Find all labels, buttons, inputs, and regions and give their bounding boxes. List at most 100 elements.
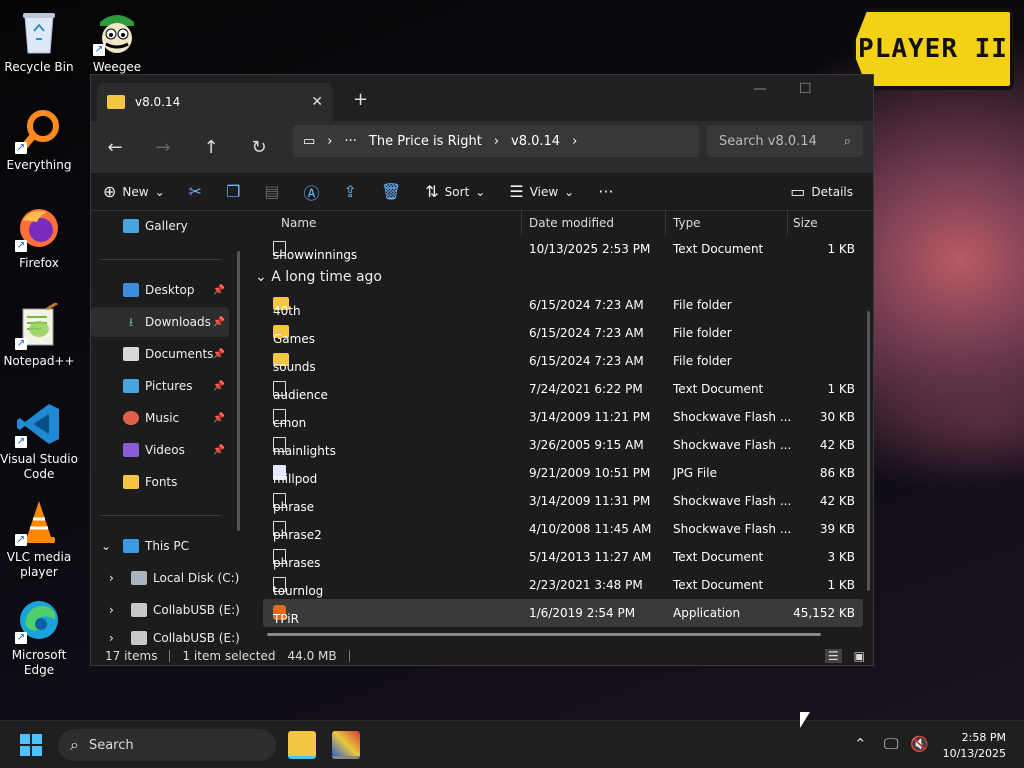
network-icon[interactable]: 🖵: [884, 735, 898, 753]
address-bar[interactable]: ▭ › ··· The Price is Right › v8.0.14 ›: [293, 125, 699, 157]
file-row[interactable]: phrase2 4/10/2008 11:45 AM Shockwave Fla…: [263, 515, 863, 543]
pin-icon[interactable]: 📌: [213, 445, 225, 456]
tiles-view-icon[interactable]: ▣: [854, 649, 865, 663]
minimize-button[interactable]: —: [753, 81, 767, 97]
sidebar-item-collabusb[interactable]: › CollabUSB (E:): [91, 595, 241, 625]
column-date[interactable]: Date modified: [529, 216, 614, 230]
breadcrumb-item[interactable]: The Price is Right: [369, 134, 482, 149]
sidebar-item-videos[interactable]: Videos 📌: [91, 435, 229, 465]
desktop-icon-vlc[interactable]: ↗ VLC media player: [0, 498, 78, 580]
copy-button[interactable]: ❐: [214, 182, 252, 201]
sidebar-item-fonts[interactable]: Fonts: [91, 467, 229, 497]
clock[interactable]: 2:58 PM 10/13/2025: [943, 730, 1006, 762]
file-name: phrase2: [273, 528, 322, 542]
view-button[interactable]: ☰ View ⌄: [497, 182, 586, 201]
file-name: showwinnings: [273, 248, 358, 262]
sidebar-item-music[interactable]: Music 📌: [91, 403, 229, 433]
chevron-up-icon[interactable]: ⌃: [854, 735, 867, 753]
file-row[interactable]: phrase 3/14/2009 11:31 PM Shockwave Flas…: [263, 487, 863, 515]
sidebar-item-desktop[interactable]: Desktop 📌: [91, 275, 229, 305]
paste-button[interactable]: ▤: [252, 182, 291, 201]
sidebar-item-collabusb[interactable]: › CollabUSB (E:): [91, 623, 241, 645]
refresh-button[interactable]: ↻: [235, 137, 283, 158]
start-button[interactable]: [20, 734, 42, 756]
column-divider[interactable]: [787, 211, 788, 235]
tpir-taskbar-icon[interactable]: [332, 731, 360, 759]
chevron-right-icon[interactable]: ›: [109, 571, 131, 585]
share-button[interactable]: ⇪: [332, 182, 369, 201]
file-row[interactable]: mainlights 3/26/2005 9:15 AM Shockwave F…: [263, 431, 863, 459]
chevron-right-icon[interactable]: ›: [572, 134, 577, 149]
breadcrumb-item[interactable]: v8.0.14: [511, 134, 560, 149]
file-row[interactable]: millpod 9/21/2009 10:51 PM JPG File 86 K…: [263, 459, 863, 487]
up-button[interactable]: ↑: [187, 137, 235, 158]
chevron-right-icon[interactable]: ›: [109, 631, 131, 645]
delete-button[interactable]: 🗑: [369, 182, 413, 201]
column-type[interactable]: Type: [673, 216, 701, 230]
back-button[interactable]: ←: [91, 137, 139, 158]
sidebar-item-local-disk[interactable]: › Local Disk (C:): [91, 563, 241, 593]
more-icon[interactable]: ···: [345, 134, 357, 149]
tab-title: v8.0.14: [135, 95, 181, 109]
sidebar-scrollbar[interactable]: [237, 251, 240, 531]
column-size[interactable]: Size: [793, 216, 818, 230]
file-row[interactable]: 40th 6/15/2024 7:23 AM File folder: [263, 291, 863, 319]
file-row[interactable]: showwinnings 10/13/2025 2:53 PM Text Doc…: [263, 235, 863, 263]
desktop-icon-weegee[interactable]: ↗ Weegee: [78, 8, 156, 75]
desktop-icon-notepadpp[interactable]: ↗ Notepad++: [0, 302, 78, 369]
sidebar-item-documents[interactable]: Documents 📌: [91, 339, 229, 369]
pin-icon[interactable]: 📌: [213, 413, 225, 424]
file-explorer-taskbar-icon[interactable]: [288, 731, 316, 759]
file-row[interactable]: tournlog 2/23/2021 3:48 PM Text Document…: [263, 571, 863, 599]
file-row[interactable]: cmon 3/14/2009 11:21 PM Shockwave Flash …: [263, 403, 863, 431]
file-row[interactable]: sounds 6/15/2024 7:23 AM File folder: [263, 347, 863, 375]
sidebar-item-gallery[interactable]: Gallery: [91, 211, 229, 241]
status-bar: 17 items 1 item selected 44.0 MB ☰ ▣: [91, 645, 873, 667]
file-list-scrollbar[interactable]: [867, 311, 870, 591]
chevron-down-icon[interactable]: ⌄: [101, 539, 123, 553]
horizontal-scrollbar[interactable]: [267, 633, 821, 636]
pin-icon[interactable]: 📌: [213, 317, 225, 328]
close-tab-icon[interactable]: ✕: [311, 94, 323, 110]
sidebar-item-pictures[interactable]: Pictures 📌: [91, 371, 229, 401]
details-button[interactable]: ▭ Details: [778, 182, 865, 201]
rename-button[interactable]: Ⓐ: [292, 180, 332, 204]
sort-button[interactable]: ⇅ Sort ⌄: [413, 182, 497, 201]
file-row[interactable]: phrases 5/14/2013 11:27 AM Text Document…: [263, 543, 863, 571]
desktop-icon-firefox[interactable]: ↗ Firefox: [0, 204, 78, 271]
file-date: 2/23/2021 3:48 PM: [529, 578, 643, 592]
desktop-icon-edge[interactable]: ↗ Microsoft Edge: [0, 596, 78, 678]
column-divider[interactable]: [521, 211, 522, 235]
file-row-selected[interactable]: TPiR 1/6/2019 2:54 PM Application 45,152…: [263, 599, 863, 627]
tab-v8-0-14[interactable]: v8.0.14 ✕: [97, 83, 333, 121]
group-header[interactable]: ⌄ A long time ago: [255, 269, 382, 285]
column-name[interactable]: Name: [281, 216, 316, 230]
copy-icon: ❐: [226, 182, 241, 201]
search-input[interactable]: Search v8.0.14 ⌕: [707, 125, 863, 157]
desktop-icon-everything[interactable]: ↗ Everything: [0, 106, 78, 173]
maximize-button[interactable]: ☐: [799, 81, 812, 97]
forward-button[interactable]: →: [139, 137, 187, 158]
new-tab-button[interactable]: +: [353, 89, 368, 110]
desktop-icon-recycle-bin[interactable]: Recycle Bin: [0, 8, 78, 75]
more-options-button[interactable]: ···: [586, 182, 625, 201]
cut-button[interactable]: ✂: [177, 182, 214, 201]
column-divider[interactable]: [665, 211, 666, 235]
details-view-icon[interactable]: ☰: [824, 649, 842, 663]
pin-icon[interactable]: 📌: [213, 285, 225, 296]
file-row[interactable]: audience 7/24/2021 6:22 PM Text Document…: [263, 375, 863, 403]
desktop-icon-vscode[interactable]: ↗ Visual Studio Code: [0, 400, 78, 482]
chevron-right-icon[interactable]: ›: [327, 134, 332, 149]
file-row[interactable]: Games 6/15/2024 7:23 AM File folder: [263, 319, 863, 347]
pin-icon[interactable]: 📌: [213, 381, 225, 392]
sidebar-item-this-pc[interactable]: ⌄ This PC: [91, 531, 229, 561]
chevron-right-icon[interactable]: ›: [494, 134, 499, 149]
volume-muted-icon[interactable]: 🔇: [910, 735, 929, 753]
pin-icon[interactable]: 📌: [213, 349, 225, 360]
taskbar-search[interactable]: ⌕ Search: [58, 729, 276, 761]
firefox-icon: ↗: [15, 204, 63, 252]
new-button[interactable]: ⊕ New ⌄: [91, 182, 177, 201]
sidebar-item-downloads[interactable]: ⭳ Downloads 📌: [91, 307, 229, 337]
chevron-right-icon[interactable]: ›: [109, 603, 131, 617]
folder-icon: [123, 475, 139, 489]
